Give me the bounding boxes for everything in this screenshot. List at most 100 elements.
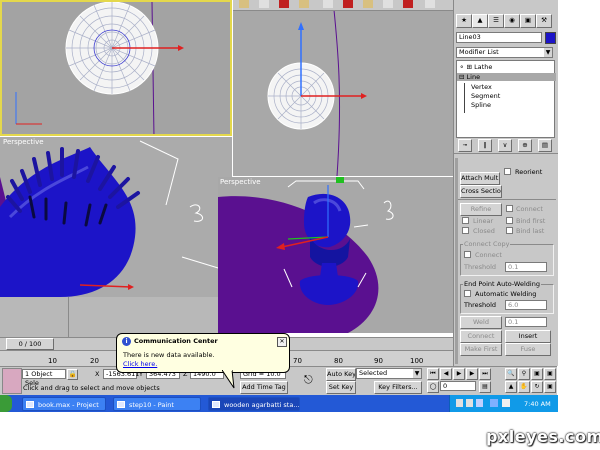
go-to-start-icon[interactable]: ⏮ — [427, 368, 439, 380]
key-filters-button[interactable]: Key Filters... — [374, 381, 422, 394]
tick-label: 80 — [334, 357, 343, 365]
go-to-end-icon[interactable]: ⏭ — [479, 368, 491, 380]
bind-first-checkbox[interactable] — [506, 217, 513, 224]
stack-item-line[interactable]: ⊟ Line — [457, 73, 556, 81]
utilities-tab-icon[interactable]: ⚒ — [536, 14, 552, 28]
toolbar-icon[interactable] — [383, 0, 393, 8]
motion-tab-icon[interactable]: ◉ — [504, 14, 520, 28]
panel-separator — [454, 153, 558, 154]
network-icon[interactable] — [490, 399, 498, 407]
notification-balloon[interactable]: i Communication Center ✕ There is new da… — [116, 333, 290, 373]
viewport-perspective-right[interactable]: Perspective — [218, 177, 453, 333]
toolbar-icon[interactable] — [259, 0, 269, 8]
maxscript-listener[interactable] — [2, 368, 22, 394]
zoom-all-icon[interactable]: ⚲ — [518, 368, 530, 380]
lock-selection-icon[interactable]: 🔒 — [67, 369, 78, 380]
divider — [68, 297, 69, 337]
display-tab-icon[interactable]: ▣ — [520, 14, 536, 28]
system-tray: 7:40 AM — [449, 395, 558, 412]
toolbar-icon[interactable] — [279, 0, 289, 8]
volume-icon[interactable] — [502, 399, 510, 407]
modifier-list-dropdown[interactable]: Modifier List ▼ — [456, 47, 553, 58]
next-frame-icon[interactable]: ▶ — [466, 368, 478, 380]
auto-key-mode-dropdown[interactable]: Selected ▼ — [356, 368, 422, 379]
time-slider-thumb[interactable]: 0 / 100 — [6, 338, 54, 350]
tray-icon[interactable] — [456, 399, 463, 407]
time-slider-track[interactable] — [0, 297, 218, 337]
zoom-extents-icon[interactable]: ▣ — [531, 368, 543, 380]
modifier-stack[interactable]: ⚬ ⊞ Lathe ⊟ Line Vertex Segment Spline — [456, 60, 556, 138]
toolbar-icon[interactable] — [343, 0, 353, 8]
tray-icon[interactable] — [476, 399, 483, 407]
connect-copy-checkbox[interactable] — [464, 251, 471, 258]
front-view-scene — [240, 0, 367, 176]
closed-checkbox[interactable] — [462, 227, 469, 234]
toolbar-icon[interactable] — [299, 0, 309, 8]
insert-button[interactable]: Insert — [505, 330, 551, 343]
viewport-front[interactable] — [233, 0, 453, 176]
toolbar-icon[interactable] — [403, 0, 413, 8]
weld-button[interactable]: Weld — [460, 316, 502, 329]
automatic-welding-checkbox[interactable] — [464, 290, 471, 297]
toolbar-icon[interactable] — [425, 0, 435, 8]
current-frame-field[interactable]: 0 — [440, 381, 476, 391]
hierarchy-tab-icon[interactable]: ☰ — [488, 14, 504, 28]
pin-stack-icon[interactable]: ╼ — [458, 139, 472, 152]
threshold-spinner[interactable]: 0.1 — [505, 262, 547, 272]
remove-modifier-icon[interactable]: ⊕ — [518, 139, 532, 152]
previous-frame-icon[interactable]: ◀ — [440, 368, 452, 380]
field-of-view-icon[interactable]: ▲ — [505, 381, 517, 393]
attach-mult-button[interactable]: Attach Mult. — [460, 172, 500, 185]
viewport-top[interactable] — [0, 0, 232, 136]
set-key-button[interactable]: Set Key — [326, 381, 356, 394]
show-end-result-icon[interactable]: ‖ — [478, 139, 492, 152]
zoom-extents-all-icon[interactable]: ▣ — [544, 368, 556, 380]
cross-section-button[interactable]: Cross Section — [460, 185, 502, 198]
play-icon[interactable]: ▶ — [453, 368, 465, 380]
make-unique-icon[interactable]: ∨ — [498, 139, 512, 152]
start-button[interactable] — [0, 395, 12, 412]
fuse-button[interactable]: Fuse — [505, 343, 551, 356]
panel-scrollbar[interactable] — [455, 158, 458, 364]
key-mode-icon[interactable]: ⎋ — [304, 373, 318, 387]
add-time-tag-button[interactable]: Add Time Tag — [240, 381, 288, 394]
close-icon[interactable]: ✕ — [277, 337, 287, 347]
refine-button[interactable]: Refine — [460, 203, 502, 216]
key-mode-toggle-icon[interactable]: ◯ — [427, 381, 439, 393]
linear-checkbox[interactable] — [462, 217, 469, 224]
stack-item-spline[interactable]: Spline — [471, 101, 491, 109]
toolbar-icon[interactable] — [363, 0, 373, 8]
modify-tab-icon[interactable]: ▲ — [472, 14, 488, 28]
configure-sets-icon[interactable]: ▤ — [538, 139, 552, 152]
stack-item-vertex[interactable]: Vertex — [471, 83, 492, 91]
taskbar-item-paint[interactable]: step10 - Paint — [113, 397, 201, 411]
stack-item-lathe[interactable]: ⚬ ⊞ Lathe — [459, 63, 492, 71]
time-config-icon[interactable]: ▤ — [479, 381, 491, 393]
toolbar-icon[interactable] — [239, 0, 249, 8]
auto-key-button[interactable]: Auto Key — [326, 368, 356, 381]
taskbar-item-paint-2[interactable]: wooden agarbatti sta... — [208, 397, 300, 411]
main-toolbar — [233, 0, 453, 11]
tick-label: 20 — [90, 357, 99, 365]
balloon-link[interactable]: Click here. — [123, 360, 157, 368]
stack-item-segment[interactable]: Segment — [471, 92, 500, 100]
object-name-field[interactable]: Line03 — [456, 32, 542, 43]
taskbar-item-3dsmax[interactable]: book.max - Project — [22, 397, 106, 411]
viewport-perspective-left[interactable]: Perspective — [0, 137, 232, 297]
connect-checkbox[interactable] — [506, 205, 513, 212]
bind-last-checkbox[interactable] — [506, 227, 513, 234]
connect-button[interactable]: Connect — [460, 330, 502, 343]
maximize-viewport-icon[interactable]: ▣ — [544, 381, 556, 393]
toolbar-icon[interactable] — [323, 0, 333, 8]
reorient-checkbox[interactable] — [504, 168, 511, 175]
object-color-swatch[interactable] — [545, 32, 556, 44]
tray-icon[interactable] — [466, 399, 473, 407]
weld-spinner[interactable]: 0.1 — [505, 317, 547, 327]
zoom-icon[interactable]: 🔍 — [505, 368, 517, 380]
clock[interactable]: 7:40 AM — [524, 400, 551, 408]
arc-rotate-icon[interactable]: ↻ — [531, 381, 543, 393]
create-tab-icon[interactable]: ★ — [456, 14, 472, 28]
make-first-button[interactable]: Make First — [460, 343, 502, 356]
pan-icon[interactable]: ✋ — [518, 381, 530, 393]
threshold-spinner-2[interactable]: 6.0 — [505, 300, 547, 310]
